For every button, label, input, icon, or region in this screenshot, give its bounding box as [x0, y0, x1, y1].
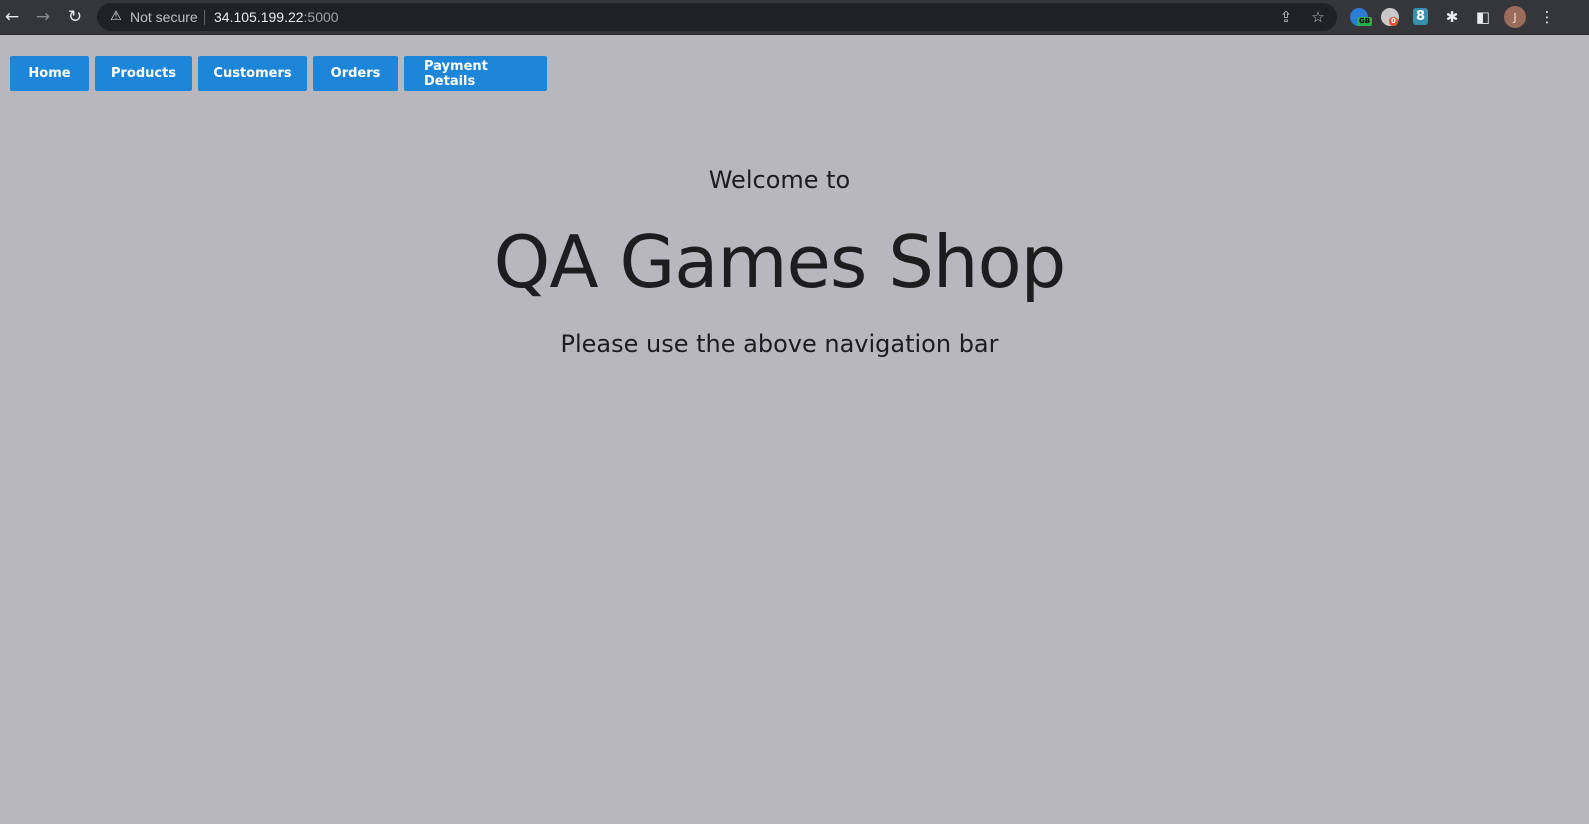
address-separator: [204, 10, 205, 25]
side-panel-icon[interactable]: ◧: [1474, 8, 1492, 26]
bookmark-star-icon[interactable]: ☆: [1308, 7, 1328, 27]
site-navigation: Home Products Customers Orders Payment D…: [10, 56, 547, 91]
instruction-text: Please use the above navigation bar: [560, 330, 999, 358]
nav-orders-button[interactable]: Orders: [313, 56, 398, 91]
url-port: :5000: [303, 9, 339, 25]
incognito-extension-icon[interactable]: 0: [1381, 8, 1399, 26]
nav-products-button[interactable]: Products: [95, 56, 192, 91]
nav-payment-details-button[interactable]: Payment Details: [404, 56, 547, 91]
address-bar[interactable]: ⚠ Not secure 34.105.199.22:5000 ⇪ ☆: [97, 3, 1337, 31]
gb-badge: GB: [1357, 17, 1373, 26]
nav-customers-button[interactable]: Customers: [198, 56, 307, 91]
warning-icon[interactable]: ⚠: [107, 8, 125, 26]
geo-extension-icon[interactable]: GB: [1350, 8, 1373, 26]
back-icon[interactable]: ←: [0, 5, 24, 29]
count-badge: 0: [1389, 17, 1398, 26]
puzzle-icon[interactable]: ✱: [1443, 8, 1461, 26]
url-text[interactable]: 34.105.199.22:5000: [214, 9, 339, 25]
reload-icon[interactable]: ↻: [63, 5, 87, 29]
url-host: 34.105.199.22: [214, 9, 304, 25]
forward-icon[interactable]: →: [31, 5, 55, 29]
profile-avatar[interactable]: J: [1504, 6, 1526, 28]
welcome-heading: Welcome to: [708, 166, 851, 194]
security-label[interactable]: Not secure: [130, 9, 198, 25]
kebab-menu-icon[interactable]: ⋮: [1538, 8, 1556, 26]
browser-toolbar: ← → ↻ ⚠ Not secure 34.105.199.22:5000 ⇪ …: [0, 0, 1589, 35]
eight-extension-icon[interactable]: 8: [1413, 8, 1428, 25]
page-title: QA Games Shop: [493, 220, 1067, 304]
share-icon[interactable]: ⇪: [1276, 7, 1296, 27]
nav-home-button[interactable]: Home: [10, 56, 89, 91]
